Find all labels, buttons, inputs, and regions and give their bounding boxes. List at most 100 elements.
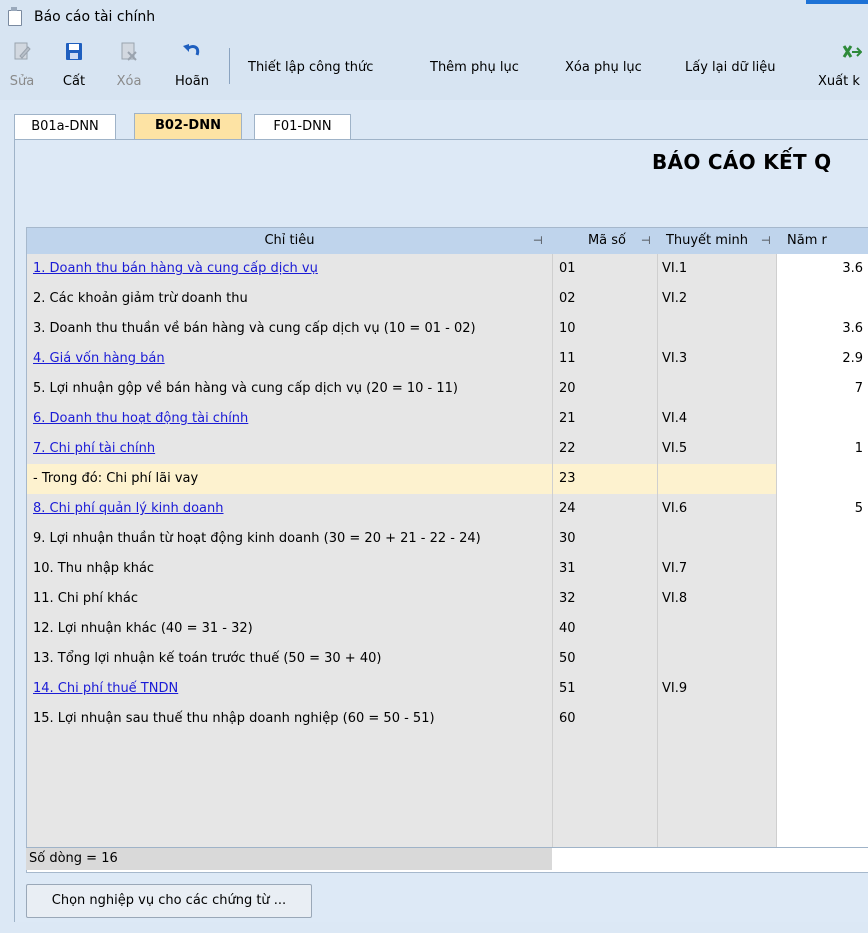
indicator-text: 9. Lợi nhuận thuần từ hoạt động kinh doa… xyxy=(33,531,481,546)
note-cell xyxy=(657,794,780,825)
table-row[interactable]: 10. Thu nhập khác 31 VI.7 xyxy=(27,554,868,585)
table-row[interactable]: 4. Giá vốn hàng bán 11 VI.3 2.9 xyxy=(27,344,868,375)
header-note-label: Thuyết minh xyxy=(665,233,749,248)
table-row[interactable]: 5. Lợi nhuận gộp về bán hàng và cung cấp… xyxy=(27,374,868,405)
table-row[interactable]: 13. Tổng lợi nhuận kế toán trước thuế (5… xyxy=(27,644,868,675)
report-grid[interactable]: Chỉ tiêu ⊣ Mã số ⊣ Thuyết minh ⊣ Năm r 1… xyxy=(26,227,868,873)
indicator-cell: 13. Tổng lợi nhuận kế toán trước thuế (5… xyxy=(27,644,558,675)
indicator-cell[interactable]: 6. Doanh thu hoạt động tài chính xyxy=(27,404,558,435)
value-cell[interactable] xyxy=(776,284,868,315)
header-code[interactable]: Mã số xyxy=(567,228,647,254)
pin-icon[interactable]: ⊣ xyxy=(761,234,771,247)
empty-row xyxy=(27,764,868,795)
value-cell[interactable]: 1 xyxy=(776,434,868,465)
code-cell: 01 xyxy=(552,254,663,285)
indicator-cell: 11. Chi phí khác xyxy=(27,584,558,615)
add-appendix-button[interactable]: Thêm phụ lục xyxy=(430,60,519,75)
refresh-data-button[interactable]: Lấy lại dữ liệu xyxy=(685,60,775,75)
value-cell[interactable]: 2.9 xyxy=(776,344,868,375)
value-cell xyxy=(776,734,868,765)
table-row[interactable]: 6. Doanh thu hoạt động tài chính 21 VI.4 xyxy=(27,404,868,435)
indicator-text: 12. Lợi nhuận khác (40 = 31 - 32) xyxy=(33,621,253,636)
save-label: Cất xyxy=(62,74,86,89)
indicator-link[interactable]: 6. Doanh thu hoạt động tài chính xyxy=(33,411,248,426)
indicator-text: 3. Doanh thu thuần về bán hàng và cung c… xyxy=(33,321,476,336)
select-transaction-button[interactable]: Chọn nghiệp vụ cho các chứng từ ... xyxy=(26,884,312,918)
note-cell: VI.2 xyxy=(657,284,780,315)
table-row[interactable]: 14. Chi phí thuế TNDN 51 VI.9 xyxy=(27,674,868,705)
header-year[interactable]: Năm r xyxy=(787,228,868,254)
indicator-cell[interactable]: 8. Chi phí quản lý kinh doanh xyxy=(27,494,558,525)
value-cell[interactable] xyxy=(776,584,868,615)
note-cell xyxy=(657,464,780,495)
note-cell xyxy=(657,764,780,795)
value-cell[interactable] xyxy=(776,674,868,705)
excel-export-icon xyxy=(818,38,868,66)
indicator-cell: 10. Thu nhập khác xyxy=(27,554,558,585)
indicator-cell[interactable]: 1. Doanh thu bán hàng và cung cấp dịch v… xyxy=(27,254,558,285)
value-cell[interactable] xyxy=(776,524,868,555)
indicator-cell: 15. Lợi nhuận sau thuế thu nhập doanh ng… xyxy=(27,704,558,735)
table-row[interactable]: 9. Lợi nhuận thuần từ hoạt động kinh doa… xyxy=(27,524,868,555)
note-cell: VI.5 xyxy=(657,434,780,465)
value-cell[interactable] xyxy=(776,464,868,495)
tab-f01-dnn[interactable]: F01-DNN xyxy=(254,114,351,139)
indicator-cell[interactable]: 7. Chi phí tài chính xyxy=(27,434,558,465)
code-cell: 21 xyxy=(552,404,663,435)
window-title: Báo cáo tài chính xyxy=(34,9,156,25)
value-cell[interactable] xyxy=(776,554,868,585)
save-button[interactable]: Cất xyxy=(56,38,92,89)
header-indicator[interactable]: Chỉ tiêu xyxy=(27,228,552,254)
code-cell: 24 xyxy=(552,494,663,525)
note-cell xyxy=(657,524,780,555)
indicator-text: - Trong đó: Chi phí lãi vay xyxy=(33,471,199,486)
row-count-label: Số dòng = 16 xyxy=(26,848,553,870)
pin-icon[interactable]: ⊣ xyxy=(641,234,651,247)
indicator-link[interactable]: 4. Giá vốn hàng bán xyxy=(33,351,165,366)
indicator-link[interactable]: 1. Doanh thu bán hàng và cung cấp dịch v… xyxy=(33,261,318,276)
clipboard-icon xyxy=(8,7,22,26)
value-cell[interactable]: 3.6 xyxy=(776,254,868,285)
table-row[interactable]: 2. Các khoản giảm trừ doanh thu 02 VI.2 xyxy=(27,284,868,315)
tab-b01a-dnn[interactable]: B01a-DNN xyxy=(14,114,116,139)
indicator-cell[interactable]: 14. Chi phí thuế TNDN xyxy=(27,674,558,705)
table-row[interactable]: 3. Doanh thu thuần về bán hàng và cung c… xyxy=(27,314,868,345)
undo-button[interactable]: Hoãn xyxy=(165,38,219,89)
code-cell xyxy=(552,734,663,765)
table-row[interactable]: 7. Chi phí tài chính 22 VI.5 1 xyxy=(27,434,868,465)
header-note[interactable]: Thuyết minh xyxy=(657,228,757,254)
table-row[interactable]: 12. Lợi nhuận khác (40 = 31 - 32) 40 xyxy=(27,614,868,645)
value-cell[interactable]: 3.6 xyxy=(776,314,868,345)
note-cell xyxy=(657,734,780,765)
title-bar: Báo cáo tài chính xyxy=(0,0,868,34)
tab-b02-dnn[interactable]: B02-DNN xyxy=(134,113,242,140)
setup-formula-button[interactable]: Thiết lập công thức xyxy=(248,60,373,75)
table-row[interactable]: 8. Chi phí quản lý kinh doanh 24 VI.6 5 xyxy=(27,494,868,525)
value-cell[interactable]: 5 xyxy=(776,494,868,525)
value-cell[interactable] xyxy=(776,704,868,735)
indicator-link[interactable]: 14. Chi phí thuế TNDN xyxy=(33,681,178,696)
value-cell[interactable]: 7 xyxy=(776,374,868,405)
delete-button[interactable]: Xóa xyxy=(109,38,149,89)
indicator-link[interactable]: 7. Chi phí tài chính xyxy=(33,441,155,456)
indicator-link[interactable]: 8. Chi phí quản lý kinh doanh xyxy=(33,501,224,516)
code-cell: 31 xyxy=(552,554,663,585)
table-row[interactable]: 1. Doanh thu bán hàng và cung cấp dịch v… xyxy=(27,254,868,285)
table-row[interactable]: 15. Lợi nhuận sau thuế thu nhập doanh ng… xyxy=(27,704,868,735)
edit-button[interactable]: Sửa xyxy=(4,38,40,89)
delete-appendix-button[interactable]: Xóa phụ lục xyxy=(565,60,642,75)
code-cell: 51 xyxy=(552,674,663,705)
indicator-cell[interactable]: 4. Giá vốn hàng bán xyxy=(27,344,558,375)
export-label: Xuất k xyxy=(818,74,860,89)
table-row[interactable]: 11. Chi phí khác 32 VI.8 xyxy=(27,584,868,615)
table-row[interactable]: - Trong đó: Chi phí lãi vay 23 xyxy=(27,464,868,495)
value-cell xyxy=(776,764,868,795)
value-cell[interactable] xyxy=(776,644,868,675)
indicator-cell: 9. Lợi nhuận thuần từ hoạt động kinh doa… xyxy=(27,524,558,555)
export-button[interactable]: Xuất k xyxy=(818,38,868,89)
pin-icon[interactable]: ⊣ xyxy=(533,234,543,247)
note-cell xyxy=(657,704,780,735)
value-cell[interactable] xyxy=(776,614,868,645)
code-cell: 30 xyxy=(552,524,663,555)
value-cell[interactable] xyxy=(776,404,868,435)
